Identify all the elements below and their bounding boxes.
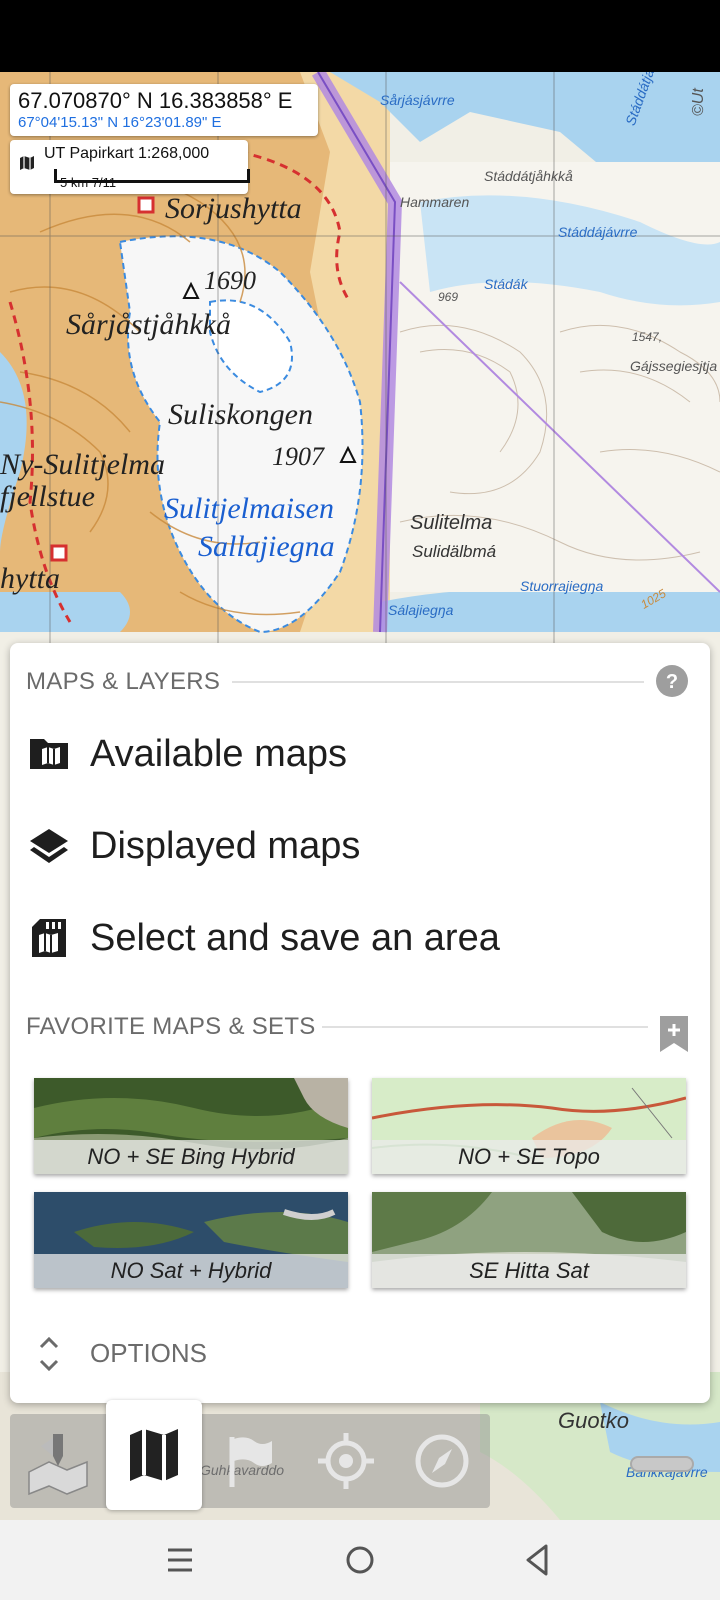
map-icon [130, 1429, 178, 1481]
coordinate-decimal: 67.070870° N 16.383858° E [18, 88, 293, 113]
map-label-sorjushytta: Sorjushytta [165, 192, 302, 225]
compass-icon [415, 1434, 469, 1488]
scale-indicator[interactable]: UT Papirkart 1:268,000 5 km 7/11 [10, 140, 250, 194]
drag-handle[interactable] [630, 1456, 694, 1472]
section-divider [232, 681, 644, 683]
map-label-fjellstue: fjellstue [0, 480, 95, 513]
map-label-hammaren: Hammaren [400, 194, 470, 210]
sd-card-map-icon [32, 919, 66, 957]
map-label-ny-sulitjelma: Ny-Sulitjelma [0, 448, 165, 481]
back-icon[interactable] [516, 1538, 560, 1582]
map-label-sulitjelmaisen: Sulitjelmaisen [164, 492, 334, 525]
coordinate-readout[interactable]: 67.070870° N 16.383858° E 67°04'15.13" N… [10, 84, 318, 136]
menu-available-maps[interactable]: Available maps [10, 709, 710, 799]
options-toggle[interactable]: OPTIONS [10, 1326, 710, 1380]
map-label-sallajiegna: Sallajiegna [198, 530, 335, 563]
map-label-sarjastjahkka: Sårjåstjåhkkå [66, 308, 231, 341]
map-label-suliskongen: Suliskongen [168, 398, 313, 431]
help-icon[interactable]: ? [656, 665, 688, 697]
toolbar-map-pin[interactable] [10, 1414, 106, 1508]
status-bar [0, 0, 720, 72]
map-copyright: ©Ut [690, 88, 707, 116]
layers-icon [30, 829, 68, 863]
svg-text:?: ? [666, 671, 678, 693]
home-icon[interactable] [338, 1538, 382, 1582]
favorite-label: NO Sat + Hybrid [34, 1254, 348, 1288]
map-label-stadak: Stádák [484, 276, 528, 292]
crosshair-icon [318, 1433, 374, 1489]
map-label-sulitelma: Sulitelma [410, 512, 493, 534]
map-label-sarjasjavrre: Sårjásjávrre [380, 92, 455, 108]
map-label-salajiegna: Sálajiegŋa [388, 602, 454, 618]
toolbar-waypoints[interactable] [202, 1414, 298, 1508]
menu-displayed-maps-label: Displayed maps [90, 824, 361, 867]
expand-icon [39, 1336, 59, 1372]
maps-layers-sheet: MAPS & LAYERS ? Available maps Displayed… [10, 643, 710, 1403]
map-label-gajssegiesjtja: Gájssegiesjtja [630, 358, 718, 374]
menu-select-save-area-label: Select and save an area [90, 916, 500, 959]
favorite-label: NO + SE Bing Hybrid [34, 1140, 348, 1174]
toolbar-compass[interactable] [394, 1414, 490, 1508]
section-divider [322, 1026, 648, 1028]
favorite-tile-no-sat-hybrid[interactable]: NO Sat + Hybrid [34, 1192, 348, 1288]
favorite-tile-bing-hybrid[interactable]: NO + SE Bing Hybrid [34, 1078, 348, 1174]
options-label: OPTIONS [90, 1338, 208, 1368]
coordinate-dms: 67°04'15.13" N 16°23'01.89" E [18, 114, 222, 131]
menu-icon[interactable] [158, 1538, 202, 1582]
menu-displayed-maps[interactable]: Displayed maps [10, 801, 710, 891]
system-nav-bar [0, 1520, 720, 1600]
maps-layers-heading: MAPS & LAYERS [26, 668, 221, 695]
favorite-label: NO + SE Topo [372, 1140, 686, 1174]
flag-icon [229, 1437, 272, 1487]
map-label-spot-1547: 1547, [632, 330, 663, 344]
menu-select-save-area[interactable]: Select and save an area [10, 893, 710, 983]
map-pin-icon [28, 1434, 88, 1496]
toolbar-gps[interactable] [298, 1414, 394, 1508]
map-label-peak-1690: 1690 [204, 266, 256, 295]
scale-bar-label: 5 km 7/11 [60, 175, 117, 190]
map-label-stuorrajiegna: Stuorrajiegŋa [520, 578, 604, 594]
map-label-spot-969: 969 [438, 290, 459, 304]
map-folder-icon [30, 739, 68, 769]
favorite-label: SE Hitta Sat [372, 1254, 686, 1288]
map-label-staddajavrre: Stáddájávrre [558, 224, 638, 240]
add-bookmark-icon[interactable] [660, 1016, 688, 1052]
map-label-guotko: Guotko [558, 1408, 629, 1433]
menu-available-maps-label: Available maps [90, 732, 348, 775]
toolbar-maps[interactable] [106, 1400, 202, 1510]
favorite-tile-topo[interactable]: NO + SE Topo [372, 1078, 686, 1174]
map-label-peak-1907: 1907 [272, 442, 324, 471]
favorites-heading: FAVORITE MAPS & SETS [26, 1013, 316, 1040]
map-label-hytta: hytta [0, 562, 60, 595]
map-icon [20, 156, 34, 170]
map-label-sulidalbma: Sulidälbmá [412, 542, 497, 561]
favorite-tile-hitta-sat[interactable]: SE Hitta Sat [372, 1192, 686, 1288]
scale-map-name: UT Papirkart 1:268,000 [44, 145, 210, 162]
map-label-staddatjahkka: Stáddátjåhkkå [484, 168, 573, 184]
map-toolbar [10, 1400, 490, 1510]
